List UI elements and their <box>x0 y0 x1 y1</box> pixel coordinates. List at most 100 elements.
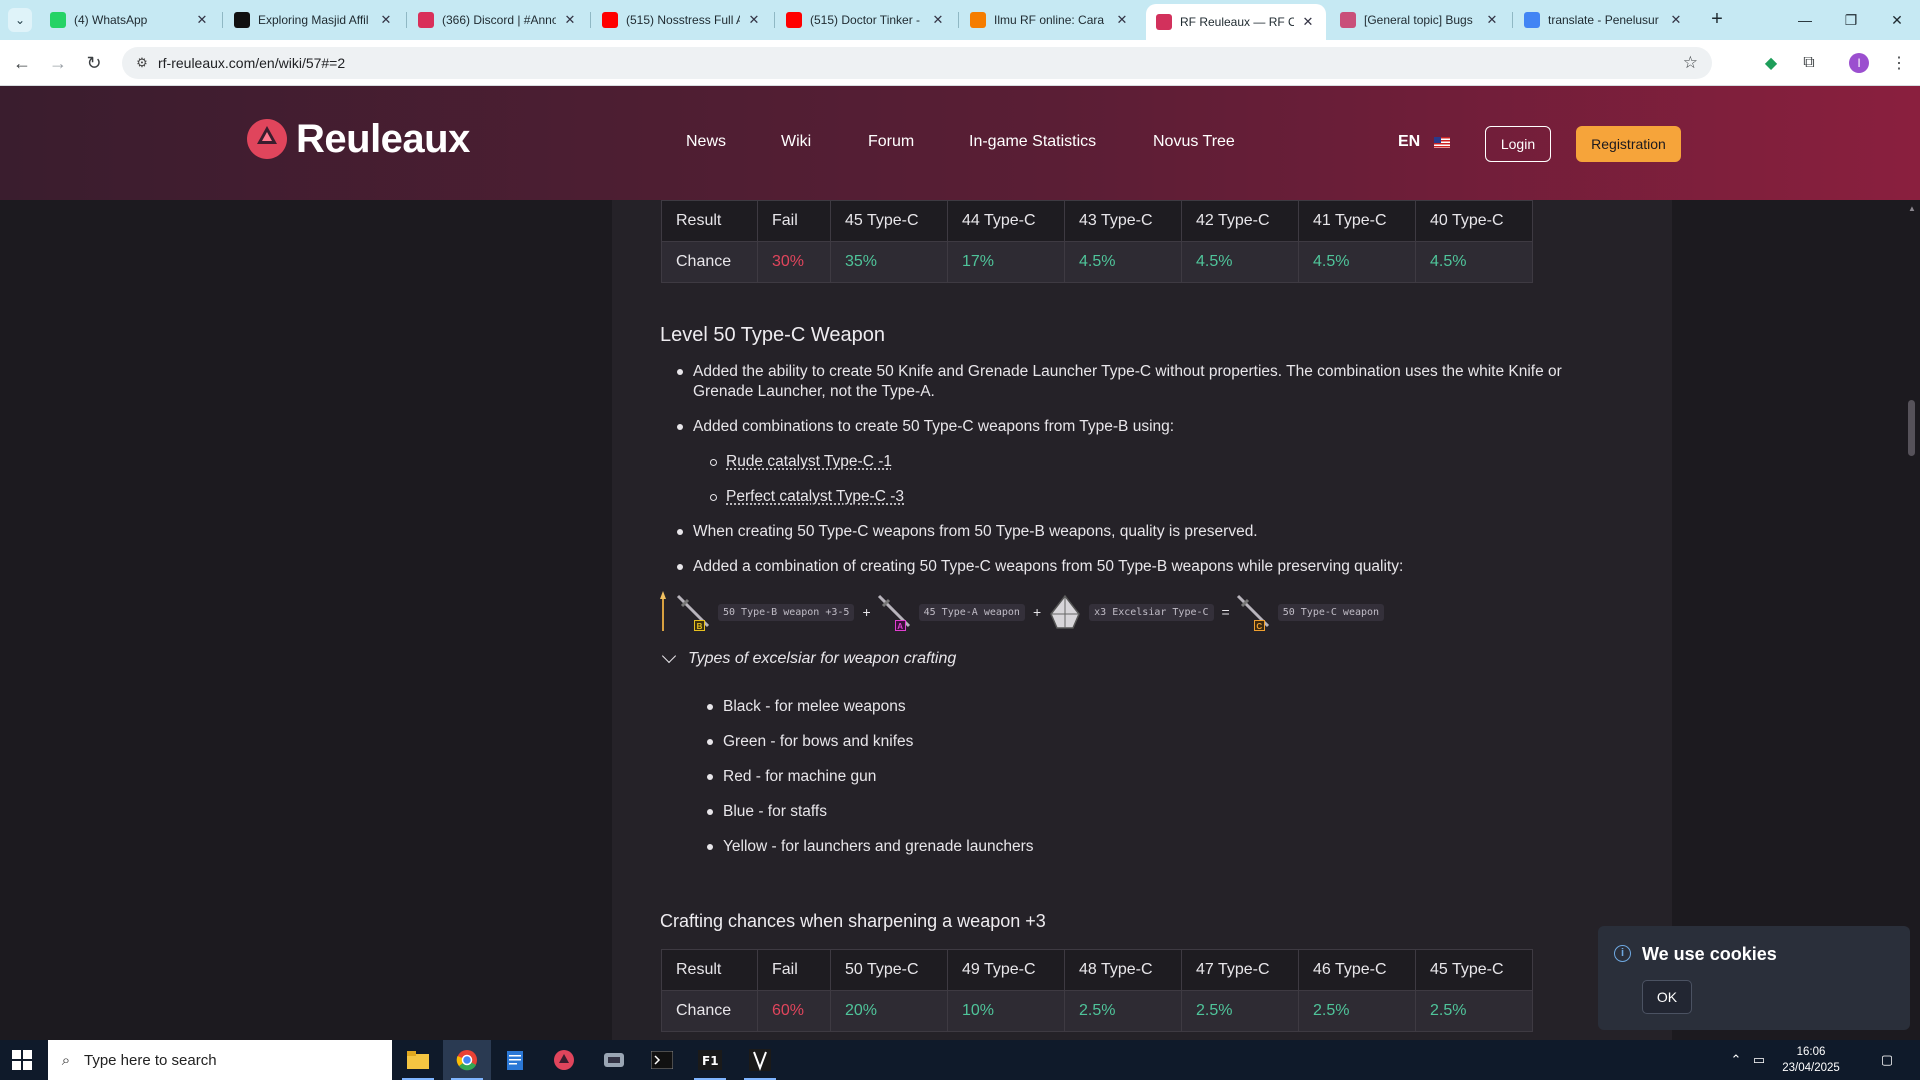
cookie-ok-button[interactable]: OK <box>1642 980 1692 1014</box>
site-info-icon[interactable]: ⚙ <box>126 55 158 71</box>
network-icon[interactable]: ▭ <box>1748 1040 1770 1080</box>
list-item: Added a combination of creating 50 Type-… <box>676 558 1404 575</box>
table-cell: 4.5% <box>1064 241 1182 283</box>
login-button[interactable]: Login <box>1485 126 1551 162</box>
youtube-icon <box>602 12 618 28</box>
table-cell: Fail <box>757 200 831 242</box>
rude-catalyst-link[interactable]: Rude catalyst Type-C -1 <box>726 453 892 470</box>
table-cell: Chance <box>661 990 758 1032</box>
excelsiar-details-toggle[interactable]: Types of excelsiar for weapon crafting <box>660 648 956 668</box>
table-cell: 45 Type-C <box>1415 949 1533 991</box>
browser-tab[interactable]: (515) Doctor Tinker - ✕ <box>776 4 956 36</box>
forward-button[interactable]: → <box>44 49 72 77</box>
table-cell: 41 Type-C <box>1298 200 1416 242</box>
browser-tab[interactable]: (515) Nosstress Full A ✕ <box>592 4 772 36</box>
extension-icon[interactable]: ◆ <box>1758 50 1784 76</box>
page-scrollbar[interactable] <box>1904 200 1920 1040</box>
whatsapp-icon <box>50 12 66 28</box>
search-placeholder: Type here to search <box>84 1051 217 1069</box>
table-cell: Fail <box>757 949 831 991</box>
browser-tab-bar: ⌄ (4) WhatsApp ✕ Exploring Masjid Affil ✕ (3… <box>0 0 1920 40</box>
taskbar-search-box[interactable]: ⌕ Type here to search <box>48 1040 392 1080</box>
table-cell: 2.5% <box>1181 990 1299 1032</box>
weapon-c-item[interactable]: C <box>1234 592 1274 632</box>
chrome-icon[interactable] <box>443 1040 491 1080</box>
tab-close-icon[interactable]: ✕ <box>930 12 946 28</box>
browser-tab[interactable]: (4) WhatsApp ✕ <box>40 4 220 36</box>
windows-taskbar: ⌕ Type here to search F1 ⌃ ▭ 🔊 16:06 23/… <box>0 1040 1920 1080</box>
tab-close-icon[interactable]: ✕ <box>1300 14 1316 30</box>
nav-wiki[interactable]: Wiki <box>781 133 811 151</box>
table-cell: Chance <box>661 241 758 283</box>
game-launcher-icon[interactable] <box>590 1040 638 1080</box>
table-row-result: Result Fail 50 Type-C 49 Type-C 48 Type-… <box>661 949 1533 991</box>
reuleaux-app-icon[interactable] <box>540 1040 588 1080</box>
section-title: Level 50 Type-C Weapon <box>660 324 885 346</box>
start-button[interactable] <box>12 1050 32 1070</box>
game-client-icon[interactable] <box>736 1040 784 1080</box>
profile-avatar[interactable]: I <box>1846 50 1872 76</box>
tab-close-icon[interactable]: ✕ <box>1668 12 1684 28</box>
menu-kebab-icon[interactable]: ⋮ <box>1886 50 1912 76</box>
bookmark-star-icon[interactable]: ☆ <box>1683 53 1698 73</box>
table-row-result: Result Fail 45 Type-C 44 Type-C 43 Type-… <box>661 200 1533 242</box>
browser-tab[interactable]: RF Reuleaux — RF O ✕ <box>1146 4 1326 40</box>
tab-separator <box>774 12 775 28</box>
language-selector[interactable]: EN <box>1398 133 1451 151</box>
browser-tab[interactable]: Exploring Masjid Affil ✕ <box>224 4 404 36</box>
reload-button[interactable]: ↻ <box>80 49 108 77</box>
scrollbar-thumb[interactable] <box>1908 400 1915 456</box>
list-item: Perfect catalyst Type-C -3 <box>709 487 904 507</box>
address-bar[interactable]: ⚙ rf-reuleaux.com/en/wiki/57#=2 ☆ <box>122 47 1712 79</box>
browser-tab[interactable]: [General topic] Bugs ✕ <box>1330 4 1510 36</box>
close-window-button[interactable]: ✕ <box>1874 0 1920 40</box>
tab-label: Ilmu RF online: Cara <box>994 13 1105 27</box>
blogger-icon <box>970 12 986 28</box>
excelsiar-item[interactable] <box>1045 592 1085 632</box>
tray-chevron-icon[interactable]: ⌃ <box>1726 1040 1746 1080</box>
tab-close-icon[interactable]: ✕ <box>562 12 578 28</box>
terminal-icon[interactable] <box>638 1040 686 1080</box>
nav-forum[interactable]: Forum <box>868 133 914 151</box>
minimize-button[interactable]: — <box>1782 0 1828 40</box>
tab-close-icon[interactable]: ✕ <box>1484 12 1500 28</box>
taskbar-clock[interactable]: 16:06 23/04/2025 <box>1776 1044 1846 1076</box>
notification-icon[interactable]: ▢ <box>1870 1040 1904 1080</box>
nav-news[interactable]: News <box>686 133 726 151</box>
reuleaux-icon <box>1340 12 1356 28</box>
tab-close-icon[interactable]: ✕ <box>378 12 394 28</box>
list-item-text: Added the ability to create 50 Knife and… <box>693 363 1562 380</box>
table-cell: 2.5% <box>1415 990 1533 1032</box>
table-cell: 47 Type-C <box>1181 949 1299 991</box>
registration-button[interactable]: Registration <box>1576 126 1681 162</box>
perfect-catalyst-link[interactable]: Perfect catalyst Type-C -3 <box>726 488 904 505</box>
nav-ingame-statistics[interactable]: In-game Statistics <box>969 133 1096 151</box>
browser-tab[interactable]: (366) Discord | #Anno ✕ <box>408 4 588 36</box>
notepad-icon[interactable] <box>491 1040 539 1080</box>
nav-novus-tree[interactable]: Novus Tree <box>1153 133 1235 151</box>
extensions-puzzle-icon[interactable]: ⧉ <box>1796 50 1822 76</box>
tab-close-icon[interactable]: ✕ <box>746 12 762 28</box>
cookie-banner: i We use cookies OK <box>1598 926 1910 1030</box>
table-cell: Result <box>661 200 758 242</box>
tab-search-button[interactable]: ⌄ <box>8 8 32 32</box>
back-button[interactable]: ← <box>8 49 36 77</box>
tab-separator <box>958 12 959 28</box>
site-logo[interactable]: Reuleaux <box>244 116 470 162</box>
weapon-a-item[interactable]: A <box>875 592 915 632</box>
browser-tab[interactable]: translate - Penelusur ✕ <box>1514 4 1694 36</box>
file-explorer-icon[interactable] <box>394 1040 442 1080</box>
tab-label: (366) Discord | #Anno <box>442 13 556 27</box>
restore-button[interactable]: ❐ <box>1828 0 1874 40</box>
sharpen-section-title: Crafting chances when sharpening a weapo… <box>660 911 1046 931</box>
grade-badge: B <box>694 620 705 631</box>
f1-app-icon[interactable]: F1 <box>686 1040 734 1080</box>
scroll-up-arrow[interactable]: ▲ <box>1908 204 1916 213</box>
table-cell: Result <box>661 949 758 991</box>
tab-close-icon[interactable]: ✕ <box>1114 12 1130 28</box>
browser-tab[interactable]: Ilmu RF online: Cara ✕ <box>960 4 1140 36</box>
tab-close-icon[interactable]: ✕ <box>194 12 210 28</box>
new-tab-button[interactable]: + <box>1703 6 1731 34</box>
table-cell: 43 Type-C <box>1064 200 1182 242</box>
weapon-b-item[interactable]: B <box>674 592 714 632</box>
